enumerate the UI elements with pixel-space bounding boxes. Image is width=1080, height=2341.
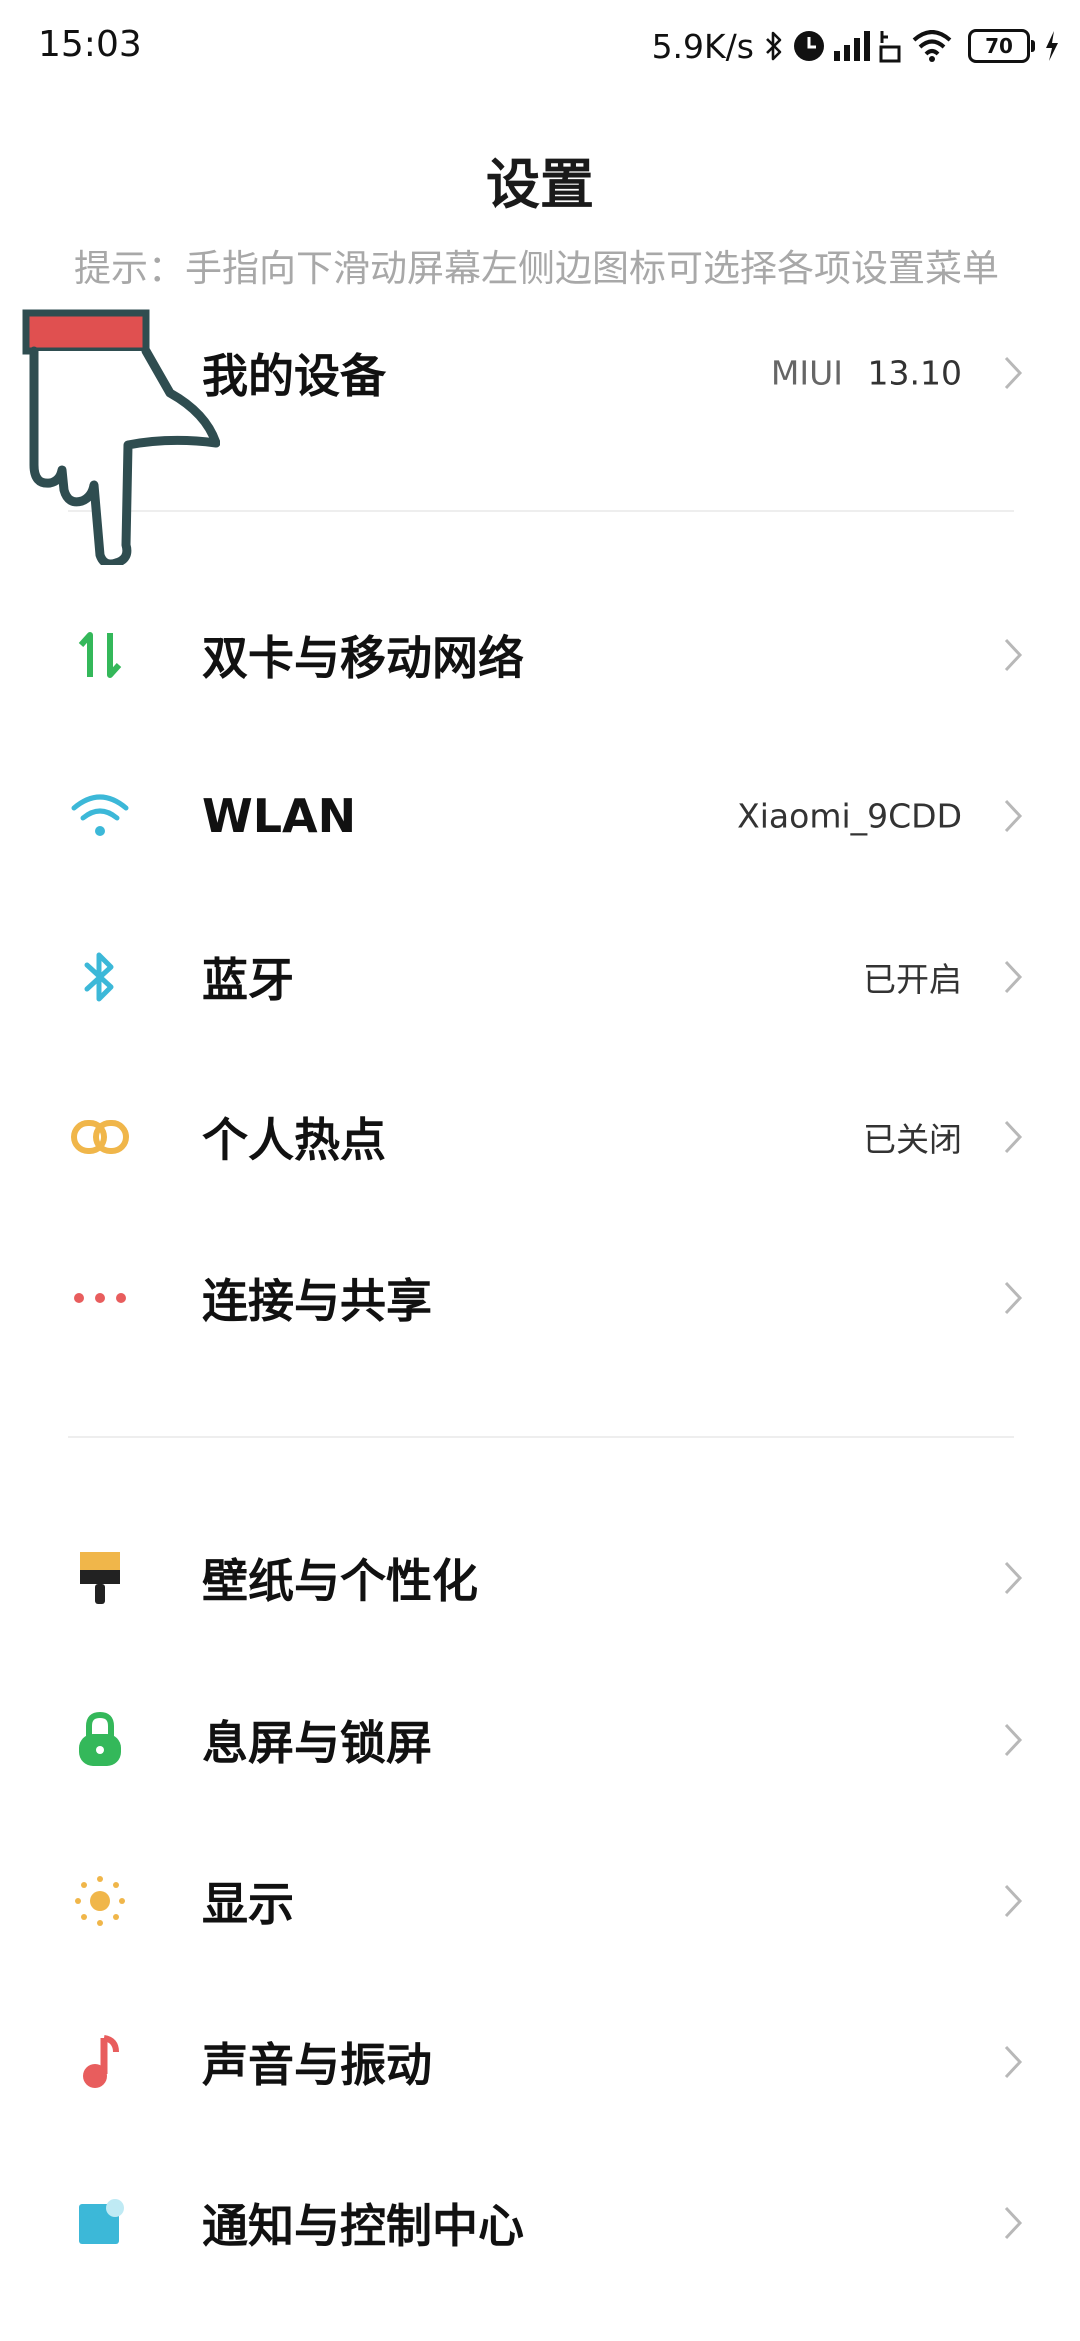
row-label: 个人热点 [202,1113,386,1167]
paint-brush-icon [68,1546,132,1610]
version-number: 13.10 [867,353,962,393]
row-label: WLAN [202,789,357,843]
row-sim-network[interactable]: 双卡与移动网络 [0,590,1080,720]
alarm-icon [792,29,826,63]
chevron-right-icon [998,957,1028,997]
row-connection-sharing[interactable]: 连接与共享 [0,1233,1080,1363]
pointing-hand-icon [20,305,221,569]
row-label: 蓝牙 [202,953,294,1007]
lock-icon [68,1708,132,1772]
chevron-right-icon [998,1720,1028,1760]
signal-icon [834,31,870,61]
row-label: 连接与共享 [202,1274,432,1328]
miui-version: MIUI 13.10 [771,354,962,393]
more-dots-icon [68,1266,132,1330]
wifi-icon [68,784,132,848]
bluetooth-icon [764,31,784,61]
divider [68,1436,1014,1438]
chevron-right-icon [998,2042,1028,2082]
hotspot-link-icon [68,1105,132,1169]
row-bluetooth[interactable]: 蓝牙 已开启 [0,912,1080,1042]
row-sound-vibration[interactable]: 声音与振动 [0,1997,1080,2127]
bluetooth-icon [68,945,132,1009]
hint-text: 提示：手指向下滑动屏幕左侧边图标可选择各项设置菜单 [74,247,999,290]
battery-level: 70 [985,34,1013,58]
chevron-right-icon [998,1881,1028,1921]
status-time: 15:03 [38,24,142,65]
row-wallpaper[interactable]: 壁纸与个性化 [0,1513,1080,1643]
chevron-right-icon [998,1558,1028,1598]
row-lock-screen[interactable]: 息屏与锁屏 [0,1675,1080,1805]
chevron-right-icon [998,1278,1028,1318]
row-label: 显示 [202,1877,294,1931]
row-value: 已关闭 [863,1120,962,1159]
row-label: 我的设备 [202,349,386,403]
music-note-icon [68,2030,132,2094]
row-wlan[interactable]: WLAN Xiaomi_9CDD [0,751,1080,881]
data-icon [878,29,904,63]
chevron-right-icon [998,635,1028,675]
status-icons: 5.9K/s 70 [652,22,1060,70]
wifi-icon [912,30,952,62]
row-label: 通知与控制中心 [202,2199,524,2253]
brightness-icon [68,1869,132,1933]
status-bar: 15:03 5.9K/s 70 [0,0,1080,92]
notification-icon [68,2191,132,2255]
row-label: 双卡与移动网络 [202,631,524,685]
row-label: 声音与振动 [202,2038,432,2092]
row-label: 壁纸与个性化 [202,1554,478,1608]
row-label: 息屏与锁屏 [202,1716,432,1770]
miui-label: MIUI [770,353,844,393]
row-value: 已开启 [863,960,962,999]
row-notification-control-center[interactable]: 通知与控制中心 [0,2158,1080,2288]
row-value: Xiaomi_9CDD [737,796,962,836]
row-display[interactable]: 显示 [0,1836,1080,1966]
chevron-right-icon [998,1117,1028,1157]
chevron-right-icon [998,353,1028,393]
network-speed: 5.9K/s [651,26,754,66]
battery-icon: 70 [968,29,1035,63]
row-hotspot[interactable]: 个人热点 已关闭 [0,1072,1080,1202]
mobile-data-icon [68,623,132,687]
chevron-right-icon [998,796,1028,836]
chevron-right-icon [998,2203,1028,2243]
page-title: 设置 [486,153,594,216]
charging-icon [1044,31,1060,61]
